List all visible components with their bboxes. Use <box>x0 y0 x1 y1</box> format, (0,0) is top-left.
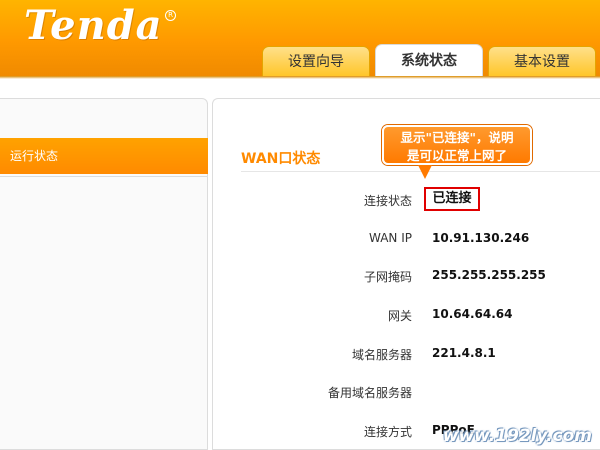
status-highlight-box: 已连接 <box>424 187 480 211</box>
label-dns-server: 域名服务器 <box>351 348 412 362</box>
tab-basic-settings[interactable]: 基本设置 <box>488 46 596 76</box>
value-connection-status: 已连接 <box>432 191 472 206</box>
sidebar-divider <box>0 176 207 177</box>
callout-line-1: 显示"已连接"，说明 <box>400 130 514 145</box>
value-subnet-mask: 255.255.255.255 <box>432 268 546 282</box>
label-wan-ip: WAN IP <box>369 231 412 245</box>
header-bar: Tenda R 设置向导 系统状态 基本设置 <box>0 0 600 76</box>
callout-line-2: 是可以正常上网了 <box>406 148 507 163</box>
label-backup-dns-server: 备用域名服务器 <box>327 386 412 400</box>
value-wan-ip: 10.91.130.246 <box>432 231 530 245</box>
callout-pointer <box>418 165 432 179</box>
tenda-logo: Tenda <box>24 2 163 49</box>
label-connection-type: 连接方式 <box>363 425 412 439</box>
label-connection-status: 连接状态 <box>363 194 412 208</box>
label-gateway: 网关 <box>387 309 412 323</box>
annotation-callout: 显示"已连接"，说明 是可以正常上网了 <box>382 125 532 165</box>
watermark: www.192ly.com <box>442 426 592 446</box>
sidebar-item-run-status[interactable]: 运行状态 <box>0 138 208 174</box>
tab-system-status[interactable]: 系统状态 <box>375 44 483 76</box>
value-gateway: 10.64.64.64 <box>432 307 513 321</box>
registered-mark-icon: R <box>165 10 176 21</box>
tab-underline <box>0 76 600 79</box>
label-subnet-mask: 子网掩码 <box>363 270 412 284</box>
tab-setup-wizard[interactable]: 设置向导 <box>262 46 370 76</box>
section-title-wan-status: WAN口状态 <box>241 151 321 167</box>
value-dns-server: 221.4.8.1 <box>432 346 496 360</box>
